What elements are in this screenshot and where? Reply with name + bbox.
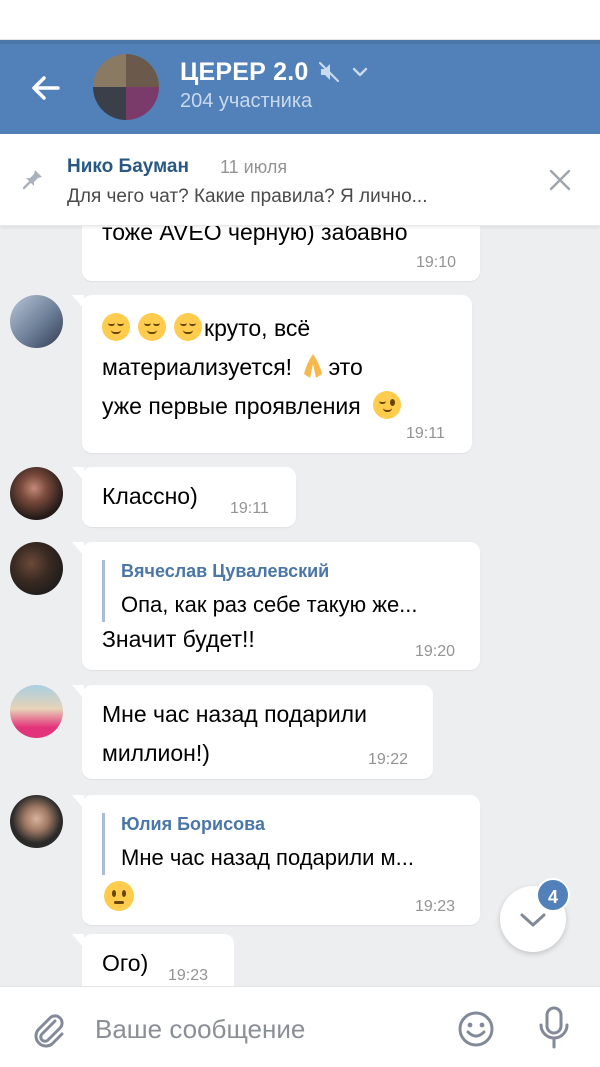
pinned-message[interactable]: Нико Бауман 11 июля Для чего чат? Какие …	[0, 134, 600, 226]
attachment-icon[interactable]	[28, 1009, 68, 1049]
relieved-emoji-icon	[102, 313, 130, 341]
reply-quote[interactable]: Вячеслав Цувалевский Опа, как раз себе т…	[102, 560, 418, 622]
muted-icon	[318, 61, 340, 83]
close-icon[interactable]	[548, 168, 572, 192]
message-time: 19:10	[416, 254, 457, 271]
message-text-line: Мне час назад подарили	[102, 701, 367, 727]
message-text: круто, всё материализуется! это уже перв…	[102, 309, 462, 426]
reply-author: Вячеслав Цувалевский	[121, 561, 330, 581]
message-text-line: уже первые проявления	[102, 393, 361, 419]
emoji-icon[interactable]	[456, 1009, 496, 1049]
message-composer: Ваше сообщение	[0, 986, 600, 1067]
message-bubble[interactable]: Мне час назад подарили миллион!) 19:22	[72, 685, 433, 779]
reply-author: Юлия Борисова	[121, 814, 265, 834]
message-text-line: материализуется!	[102, 354, 293, 380]
message-input[interactable]: Ваше сообщение	[95, 1014, 305, 1045]
avatar-quadrant	[93, 54, 126, 87]
message-bubble[interactable]: Ого) 19:23	[72, 934, 234, 986]
message-text: Мне час назад подарили миллион!)	[102, 695, 367, 773]
relieved-emoji-icon	[174, 313, 202, 341]
message-time: 19:23	[415, 898, 456, 915]
message-bubble[interactable]: круто, всё материализуется! это уже перв…	[72, 295, 472, 453]
back-arrow-icon[interactable]	[28, 70, 64, 106]
avatar[interactable]	[10, 685, 63, 738]
message-bubble[interactable]: Юлия Борисова Мне час назад подарили м..…	[72, 795, 480, 925]
message-time: 19:20	[415, 643, 456, 660]
pin-icon	[22, 170, 42, 190]
message-text: Значит будет!!	[102, 626, 255, 652]
neutral-emoji-icon	[104, 881, 134, 911]
message-feed[interactable]: тоже AVEO черную) забавно 19:10 круто, в…	[0, 226, 600, 986]
message-bubble[interactable]: Классно) 19:11	[72, 467, 296, 527]
app-bar: ЦЕРЕР 2.0 204 участника	[0, 40, 600, 134]
message-text-line: миллион!)	[102, 740, 210, 766]
message-text: тоже AVEO черную) забавно	[102, 226, 408, 245]
app-bar-strip	[0, 40, 600, 44]
reply-quote[interactable]: Юлия Борисова Мне час назад подарили м..…	[102, 813, 414, 875]
chat-avatar[interactable]	[93, 54, 159, 120]
pinned-text: Для чего чат? Какие правила? Я лично...	[67, 186, 428, 207]
avatar-quadrant	[126, 87, 159, 120]
message-text-line: круто, всё	[204, 315, 311, 341]
avatar-quadrant	[126, 54, 159, 87]
avatar[interactable]	[10, 795, 63, 848]
avatar-quadrant	[93, 87, 126, 120]
message-time: 19:11	[230, 500, 269, 517]
pinned-date: 11 июля	[220, 157, 288, 177]
reply-text: Мне час назад подарили м...	[121, 845, 415, 870]
relieved-emoji-icon	[138, 313, 166, 341]
message-text-line: это	[328, 354, 363, 380]
message-bubble[interactable]: тоже AVEO черную) забавно 19:10	[82, 226, 480, 281]
chevron-down-icon[interactable]	[350, 62, 370, 82]
chat-title[interactable]: ЦЕРЕР 2.0	[180, 58, 308, 87]
avatar[interactable]	[10, 467, 63, 520]
reply-text: Опа, как раз себе такую же...	[121, 592, 418, 617]
message-text: Классно)	[102, 483, 198, 509]
unread-count-badge: 4	[536, 878, 570, 912]
chevron-down-icon	[520, 913, 546, 927]
message-bubble[interactable]: Вячеслав Цувалевский Опа, как раз себе т…	[72, 542, 480, 670]
folded-hands-emoji-icon	[300, 352, 326, 380]
message-time: 19:11	[406, 425, 445, 442]
microphone-icon[interactable]	[534, 1005, 574, 1051]
status-bar	[0, 0, 600, 40]
message-text: Ого)	[102, 950, 149, 976]
avatar[interactable]	[10, 542, 63, 595]
winking-emoji-icon	[373, 391, 402, 419]
message-time: 19:22	[368, 751, 409, 768]
pinned-author: Нико Бауман	[67, 156, 189, 177]
avatar[interactable]	[10, 295, 63, 348]
message-time: 19:23	[168, 967, 209, 984]
chat-members-count: 204 участника	[180, 90, 313, 112]
